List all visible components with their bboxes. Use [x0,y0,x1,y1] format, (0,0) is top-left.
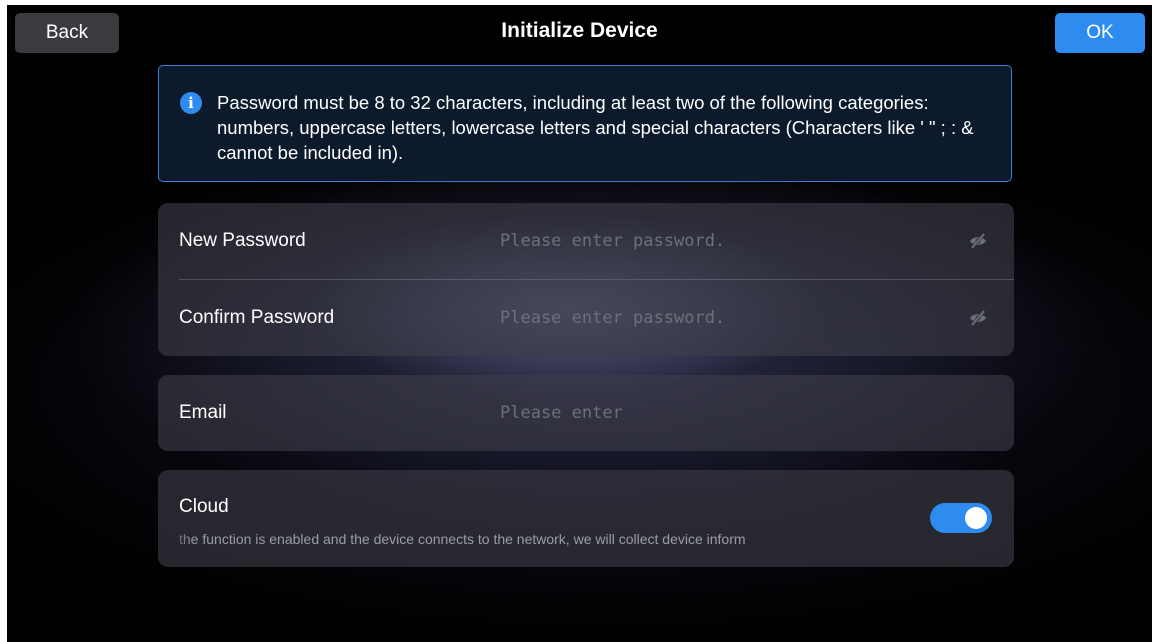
confirm-password-row: Confirm Password [158,280,1014,356]
new-password-label: New Password [179,230,306,251]
password-card: New Password Confirm Password [158,203,1014,356]
eye-off-icon[interactable] [968,308,988,328]
toggle-knob [965,507,987,529]
eye-off-icon[interactable] [968,231,988,251]
email-input[interactable] [500,397,920,429]
cloud-label: Cloud [179,496,229,517]
cloud-description: the function is enabled and the device c… [179,531,746,547]
new-password-input[interactable] [500,225,920,257]
email-card: Email [158,375,1014,451]
password-rules-text: Password must be 8 to 32 characters, inc… [217,92,974,163]
email-label: Email [179,402,227,423]
cloud-card: Cloud the function is enabled and the de… [158,470,1014,567]
confirm-password-label: Confirm Password [179,307,335,328]
page-title: Initialize Device [501,19,658,42]
confirm-password-input[interactable] [500,302,920,334]
ok-button[interactable]: OK [1055,13,1145,53]
app-screen: Back Initialize Device OK i Password mus… [7,5,1152,642]
password-rules-notice: i Password must be 8 to 32 characters, i… [158,65,1012,182]
email-row: Email [158,375,1014,451]
info-icon: i [180,92,202,114]
cloud-toggle[interactable] [930,503,992,533]
new-password-row: New Password [158,203,1014,279]
